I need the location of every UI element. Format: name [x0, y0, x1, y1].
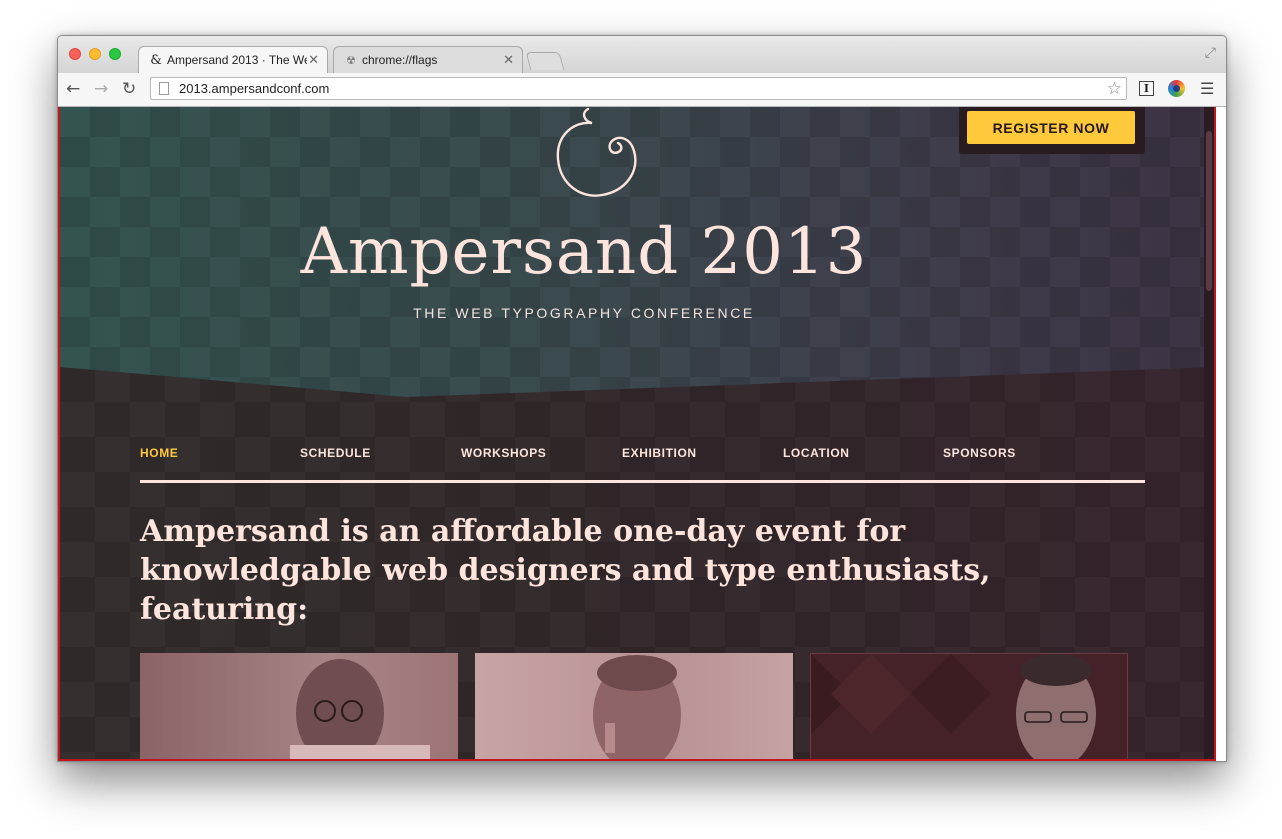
menu-icon[interactable]: ☰ [1200, 79, 1214, 99]
site-subtitle: THE WEB TYPOGRAPHY CONFERENCE [413, 305, 755, 321]
speaker-portrait [593, 655, 681, 759]
register-now-button[interactable]: REGISTER NOW [967, 111, 1135, 144]
back-arrow-icon[interactable]: ← [66, 79, 80, 99]
main-nav: HOME SCHEDULE WORKSHOPS EXHIBITION LOCAT… [140, 440, 1145, 483]
colorful-extension-icon[interactable] [1168, 80, 1185, 97]
fullscreen-icon[interactable]: ⤢ [1205, 44, 1216, 61]
tab-chrome-flags[interactable]: ☢ chrome://flags ✕ [333, 46, 523, 73]
close-icon[interactable]: ✕ [308, 52, 319, 68]
close-icon[interactable]: ✕ [503, 52, 514, 68]
browser-window: & Ampersand 2013 · The We ✕ ☢ chrome://f… [57, 35, 1227, 762]
tab-title: chrome://flags [362, 53, 438, 67]
address-bar[interactable]: ☆ [150, 77, 1127, 100]
nav-workshops[interactable]: WORKSHOPS [461, 446, 546, 460]
browser-toolbar: ← → ↻ ☆ I ☰ [58, 73, 1226, 107]
page-icon [159, 82, 169, 95]
nav-location[interactable]: LOCATION [783, 446, 850, 460]
nav-schedule[interactable]: SCHEDULE [300, 446, 371, 460]
tab-strip: & Ampersand 2013 · The We ✕ ☢ chrome://f… [58, 36, 1226, 73]
tab-title: Ampersand 2013 · The We [167, 53, 307, 67]
speaker-photo[interactable] [140, 653, 458, 759]
ampersand-swash-logo [556, 107, 637, 197]
zoom-window-button[interactable] [109, 48, 121, 60]
speaker-portrait [290, 659, 430, 759]
reload-icon[interactable]: ↻ [122, 79, 136, 99]
register-panel: REGISTER NOW [959, 107, 1145, 154]
site-title: Ampersand 2013 [300, 215, 868, 289]
scrollbar-thumb[interactable] [1206, 131, 1212, 291]
instapaper-extension-icon[interactable]: I [1139, 81, 1154, 96]
nav-home[interactable]: HOME [140, 446, 178, 460]
forward-arrow-icon[interactable]: → [94, 79, 108, 99]
page-scrollbar[interactable] [1204, 107, 1214, 759]
nav-exhibition[interactable]: EXHIBITION [622, 446, 697, 460]
speaker-photo[interactable] [810, 653, 1128, 759]
bookmark-star-icon[interactable]: ☆ [1107, 79, 1122, 99]
speaker-portrait [811, 654, 1096, 759]
flags-icon: ☢ [346, 53, 356, 67]
url-input[interactable] [177, 80, 1061, 97]
speaker-photo[interactable] [475, 653, 793, 759]
intro-text: Ampersand is an affordable one-day event… [140, 514, 991, 627]
new-tab-button[interactable] [525, 52, 565, 70]
nav-sponsors[interactable]: SPONSORS [943, 446, 1016, 460]
close-window-button[interactable] [69, 48, 81, 60]
tab-ampersand[interactable]: & Ampersand 2013 · The We ✕ [138, 46, 328, 73]
ampersand-icon: & [150, 52, 162, 68]
page-viewport: Ampersand 2013 THE WEB TYPOGRAPHY CONFER… [58, 107, 1216, 761]
minimize-window-button[interactable] [89, 48, 101, 60]
